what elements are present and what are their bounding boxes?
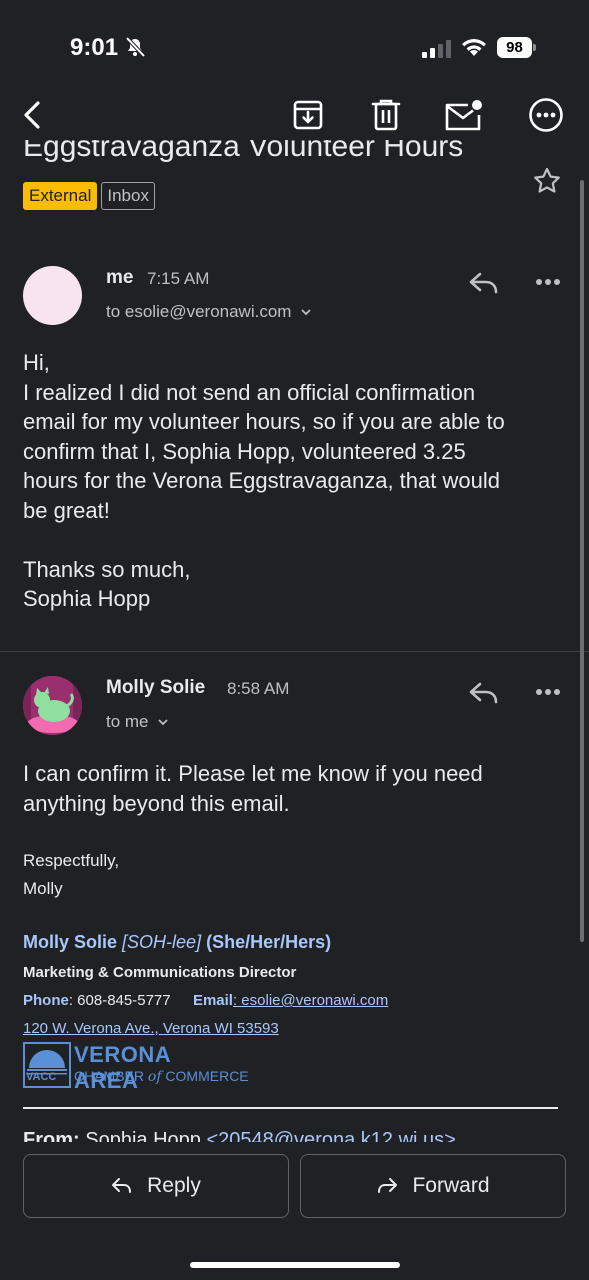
signature-pronunciation: [SOH-lee]	[122, 932, 202, 952]
bottom-action-bar: Reply Forward	[0, 1142, 589, 1280]
body-line: I can confirm it. Please let me know if …	[23, 761, 483, 786]
forward-arrow-icon	[378, 1178, 398, 1193]
message-more-icon[interactable]	[535, 688, 561, 696]
wifi-icon	[462, 39, 486, 56]
mail-unread-icon	[445, 100, 482, 131]
closing-line: Molly	[23, 879, 63, 898]
recipient-details[interactable]: to me	[106, 712, 169, 732]
logo-sub-chamber: CHAMBER	[74, 1068, 145, 1084]
reply-arrow-icon	[112, 1178, 132, 1193]
message-body: Hi, I realized I did not send an officia…	[23, 348, 505, 614]
signature-pronouns: (She/Her/Hers)	[206, 932, 332, 952]
bell-slash-icon	[125, 36, 146, 58]
toolbar	[0, 90, 589, 140]
logo-vacc: VACC	[26, 1071, 57, 1083]
delete-button[interactable]	[366, 95, 406, 135]
body-line: hours for the Verona Eggstravaganza, tha…	[23, 468, 500, 493]
status-bar: 9:01 98	[0, 0, 589, 96]
label-external[interactable]: External	[23, 182, 98, 210]
reply-label: Reply	[147, 1174, 201, 1197]
quoted-from-name: Sophia Hopp	[85, 1129, 201, 1143]
quoted-from-line: From: Sophia Hopp <20548@verona.k12.wi.u…	[23, 1129, 456, 1143]
battery-tip	[533, 44, 536, 51]
logo-subtitle: CHAMBER of COMMERCE	[74, 1068, 249, 1085]
body-line: email for my volunteer hours, so if you …	[23, 409, 505, 434]
email-link[interactable]: : esolie@veronawi.com	[233, 992, 388, 1009]
trash-icon	[371, 99, 401, 131]
mark-unread-button[interactable]	[444, 95, 484, 135]
signal-icon	[422, 40, 451, 58]
signature-name-line: Molly Solie [SOH-lee] (She/Her/Hers)	[23, 932, 331, 953]
body-line: I realized I did not send an official co…	[23, 379, 476, 405]
recipient-text: to me	[106, 712, 149, 731]
logo-sub-commerce: COMMERCE	[165, 1068, 249, 1084]
home-indicator[interactable]	[190, 1262, 400, 1268]
avatar-molly-solie[interactable]	[23, 676, 82, 735]
reply-button[interactable]: Reply	[23, 1154, 289, 1218]
more-horizontal-icon	[529, 98, 563, 132]
battery-indicator: 98	[497, 37, 537, 58]
reply-icon[interactable]	[468, 680, 500, 708]
message-time: 7:15 AM	[147, 269, 210, 288]
label-inbox[interactable]: Inbox	[101, 182, 155, 210]
message-body: I can confirm it. Please let me know if …	[23, 759, 483, 818]
recipient-details[interactable]: to esolie@veronawi.com	[106, 302, 312, 322]
archive-button[interactable]	[288, 95, 328, 135]
message-closing: Respectfully, Molly	[23, 847, 119, 903]
recipient-text: to esolie@veronawi.com	[106, 302, 292, 321]
body-line	[23, 525, 505, 555]
more-options-button[interactable]	[526, 95, 566, 135]
message-more-icon[interactable]	[535, 278, 561, 286]
quoted-from-label: From:	[23, 1129, 80, 1143]
forward-button[interactable]: Forward	[300, 1154, 566, 1218]
signature-name: Molly Solie	[23, 932, 118, 952]
quoted-from-email[interactable]: <20548@verona.k12.wi.us>	[206, 1129, 455, 1143]
message-divider	[0, 651, 589, 652]
forward-label: Forward	[412, 1174, 490, 1197]
body-line: Hi,	[23, 350, 50, 375]
address-city[interactable]: Verona WI 53593	[163, 1020, 279, 1037]
address-link[interactable]: 120 W. Verona Ave., Verona WI 53593	[23, 1020, 279, 1037]
status-time: 9:01	[70, 34, 119, 61]
chevron-left-icon	[24, 101, 40, 129]
chevron-down-icon	[301, 309, 311, 316]
signature-title: Marketing & Communications Director	[23, 964, 297, 981]
body-line: be great!	[23, 497, 110, 523]
reply-icon[interactable]	[468, 270, 500, 298]
avatar-me[interactable]	[23, 266, 82, 325]
archive-icon	[293, 100, 323, 130]
quoted-divider	[23, 1107, 558, 1109]
email-thread-screen: Eggstravaganza Volunteer Hours 9:01 98 E…	[0, 0, 589, 1280]
body-line: confirm that I, Sophia Hopp, volunteered…	[23, 438, 466, 464]
closing-line: Respectfully,	[23, 851, 120, 870]
phone-number[interactable]: : 608-845-5777	[69, 992, 171, 1009]
sender-name: me	[106, 267, 134, 288]
email-address[interactable]: esolie@veronawi.com	[237, 992, 388, 1009]
email-label: Email	[192, 992, 233, 1009]
label-chips: External Inbox	[23, 182, 155, 210]
star-icon[interactable]	[532, 166, 562, 196]
battery-level: 98	[497, 37, 532, 58]
logo-sub-of: of	[147, 1069, 162, 1085]
cat-avatar-icon	[23, 676, 82, 735]
message-time: 8:58 AM	[227, 679, 290, 698]
address-street[interactable]: 120 W. Verona Ave.,	[23, 1020, 159, 1037]
chamber-logo: VACC VERONA AREA CHAMBER of COMMERCE	[23, 1042, 249, 1093]
sender-name: Molly Solie	[106, 677, 206, 698]
chevron-down-icon	[158, 719, 168, 726]
phone-label: Phone	[23, 992, 69, 1009]
body-line: anything beyond this email.	[23, 790, 290, 816]
scrollbar[interactable]	[580, 180, 584, 942]
signature-contact: Phone: 608-845-5777 Email: esolie@verona…	[23, 992, 388, 1009]
back-button[interactable]	[12, 95, 52, 135]
body-line: Thanks so much,	[23, 556, 191, 582]
body-line: Sophia Hopp	[23, 586, 151, 611]
